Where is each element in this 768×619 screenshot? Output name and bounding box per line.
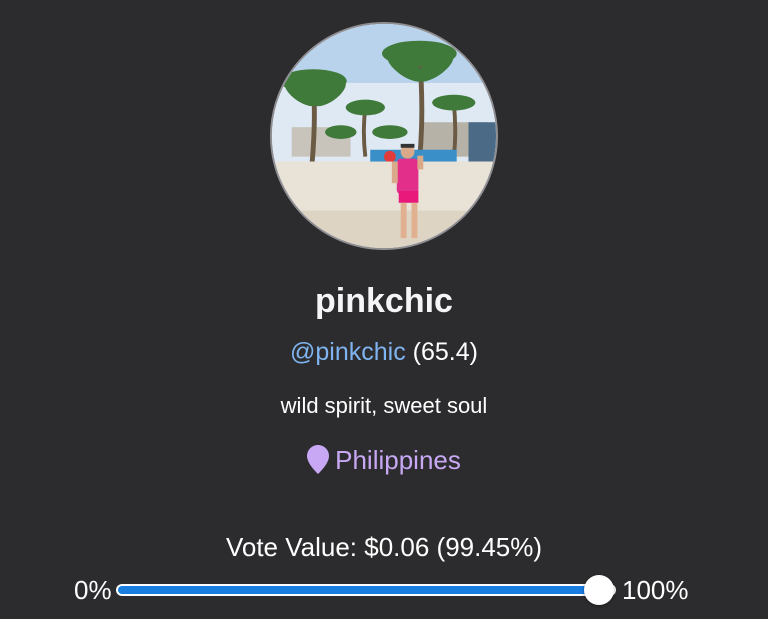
profile-page: pinkchic @pinkchic (65.4) wild spirit, s…	[0, 0, 768, 619]
bio-text: wild spirit, sweet soul	[280, 393, 488, 418]
vote-weight-slider[interactable]	[116, 584, 616, 596]
display-name: pinkchic	[315, 282, 453, 320]
vote-weight-slider-row: 0% 100%	[0, 574, 768, 606]
username-link[interactable]: @pinkchic	[290, 338, 406, 366]
slider-fill	[118, 586, 612, 594]
handle-line: @pinkchic (65.4)	[0, 338, 768, 367]
slider-max-label: 100%	[622, 575, 689, 605]
location-pin-icon	[307, 445, 330, 474]
slider-thumb[interactable]	[584, 575, 615, 605]
slider-min-label: 0%	[74, 575, 112, 605]
vote-value-label: Vote Value: $0.06 (99.45%)	[225, 532, 543, 562]
location: Philippines	[0, 445, 768, 476]
reputation-score: (65.4)	[412, 338, 478, 366]
profile-photo	[272, 24, 496, 248]
avatar[interactable]	[270, 22, 498, 250]
location-text: Philippines	[335, 445, 461, 475]
